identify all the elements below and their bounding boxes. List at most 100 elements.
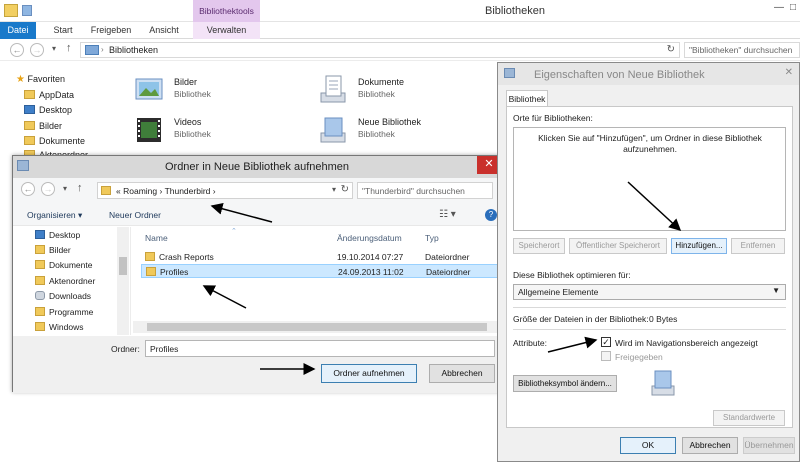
tree-item-dokumente[interactable]: Dokumente: [35, 260, 92, 270]
organize-button[interactable]: Organisieren ▾: [27, 210, 82, 221]
desktop-icon: [35, 230, 45, 239]
defaults-button[interactable]: Standardwerte: [713, 410, 785, 426]
tab-datei[interactable]: Datei: [0, 22, 36, 39]
tree-item-label: Bilder: [49, 245, 71, 255]
dialog-address-bar[interactable]: « Roaming › Thunderbird › ▾ ↻: [97, 182, 353, 199]
list-row-crash-reports[interactable]: Crash Reports 19.10.2014 07:27 Dateiordn…: [141, 250, 501, 264]
refresh-icon[interactable]: ↻: [667, 44, 675, 55]
tree-item-programme[interactable]: Programme: [35, 307, 93, 317]
breadcrumb-separator-icon: ›: [212, 186, 216, 196]
tree-item-aktenordner[interactable]: Aktenordner: [35, 276, 95, 286]
cancel-button[interactable]: Abbrechen: [429, 364, 495, 383]
ribbon-tabs: Datei Start Freigeben Ansicht Verwalten: [0, 22, 800, 39]
nav-item-label: Dokumente: [39, 136, 86, 146]
recent-dropdown-icon[interactable]: ▾: [52, 44, 56, 53]
list-horizontal-scrollbar[interactable]: [133, 321, 501, 333]
folder-input[interactable]: Profiles: [145, 340, 495, 357]
breadcrumb-separator-icon: ›: [101, 45, 104, 54]
forward-icon[interactable]: →: [41, 182, 55, 196]
column-header-name[interactable]: Name: [145, 233, 168, 243]
tree-item-downloads[interactable]: Downloads: [35, 291, 91, 301]
breadcrumb-thunderbird[interactable]: Thunderbird: [165, 186, 211, 196]
apply-button[interactable]: Übernehmen: [743, 437, 795, 454]
column-header-type[interactable]: Typ: [425, 233, 439, 243]
scrollbar-thumb[interactable]: [147, 323, 487, 331]
include-folder-button[interactable]: Ordner aufnehmen: [321, 364, 417, 383]
nav-item-dokumente[interactable]: Dokumente: [24, 136, 85, 146]
library-type: Bibliothek: [174, 129, 211, 139]
library-tile-bilder[interactable]: Bilder Bibliothek: [134, 73, 294, 113]
breadcrumb-overflow[interactable]: «: [116, 186, 121, 196]
downloads-icon: [35, 291, 45, 300]
column-header-date[interactable]: Änderungsdatum: [337, 233, 402, 243]
nav-pane-checkbox[interactable]: ✓: [601, 337, 611, 347]
videos-library-icon: [137, 118, 161, 142]
dialog-search-input[interactable]: "Thunderbird" durchsuchen: [357, 182, 493, 199]
add-button[interactable]: Hinzufügen...: [671, 238, 727, 254]
search-input[interactable]: "Bibliotheken" durchsuchen: [684, 42, 800, 58]
help-icon[interactable]: ?: [485, 209, 497, 221]
close-icon[interactable]: ✕: [785, 67, 793, 78]
back-icon[interactable]: ←: [10, 43, 24, 57]
sort-indicator-icon: ⌃: [231, 228, 237, 235]
tree-item-label: Programme: [49, 307, 94, 317]
library-tile-dokumente[interactable]: Dokumente Bibliothek: [318, 73, 478, 113]
tab-start[interactable]: Start: [46, 22, 80, 39]
tab-freigeben[interactable]: Freigeben: [88, 22, 134, 39]
dialog-folder-tree: Desktop Bilder Dokumente Aktenordner Dow…: [13, 227, 131, 335]
row-type: Dateiordner: [425, 252, 470, 262]
optimize-select[interactable]: Allgemeine Elemente ▼: [513, 284, 786, 300]
tab-ansicht[interactable]: Ansicht: [144, 22, 184, 39]
properties-icon[interactable]: [22, 5, 32, 16]
tab-verwalten[interactable]: Verwalten: [193, 22, 260, 39]
breadcrumb-roaming[interactable]: Roaming: [123, 186, 157, 196]
library-tile-neue-bibliothek[interactable]: Neue Bibliothek Bibliothek: [318, 113, 478, 153]
refresh-icon[interactable]: ↻: [341, 184, 349, 195]
up-icon[interactable]: ↑: [66, 42, 72, 54]
maximize-icon[interactable]: □: [790, 2, 796, 13]
remove-button[interactable]: Entfernen: [731, 238, 785, 254]
row-date: 24.09.2013 11:02: [338, 267, 404, 277]
scrollbar-thumb[interactable]: [119, 257, 127, 275]
up-icon[interactable]: ↑: [77, 182, 83, 194]
view-icon[interactable]: ☷ ▾: [439, 209, 456, 220]
new-folder-button[interactable]: Neuer Ordner: [109, 210, 161, 220]
tree-item-windows[interactable]: Windows: [35, 322, 83, 332]
library-icon: [85, 45, 99, 55]
cancel-button[interactable]: Abbrechen: [682, 437, 738, 454]
chevron-down-icon[interactable]: ▾: [332, 185, 336, 194]
library-tile-videos[interactable]: Videos Bibliothek: [134, 113, 294, 153]
list-row-profiles[interactable]: Profiles 24.09.2013 11:02 Dateiordner: [141, 264, 501, 278]
nav-favorites[interactable]: ★ Favoriten: [16, 74, 65, 85]
forward-icon[interactable]: →: [30, 43, 44, 57]
public-save-location-button[interactable]: Öffentlicher Speicherort: [569, 238, 667, 254]
minimize-icon[interactable]: —: [774, 2, 784, 13]
nav-item-appdata[interactable]: AppData: [24, 90, 74, 100]
folder-icon: [35, 245, 45, 254]
locations-list[interactable]: Klicken Sie auf "Hinzufügen", um Ordner …: [513, 127, 786, 231]
tree-item-desktop[interactable]: Desktop: [35, 230, 80, 240]
back-icon[interactable]: ←: [21, 182, 35, 196]
row-name: Profiles: [160, 267, 189, 277]
address-bar[interactable]: › Bibliotheken ↻: [80, 42, 680, 58]
tree-item-label: Windows: [49, 322, 84, 332]
ok-button[interactable]: OK: [620, 437, 676, 454]
tree-scrollbar[interactable]: [117, 227, 129, 335]
library-name: Bilder: [174, 77, 198, 87]
library-properties-dialog: Eigenschaften von Neue Bibliothek ✕ Bibl…: [497, 62, 800, 462]
folder-icon[interactable]: [4, 4, 18, 17]
nav-item-label: Bilder: [39, 121, 63, 131]
shared-checkbox[interactable]: [601, 351, 611, 361]
nav-pane-checkbox-label: Wird im Navigationsbereich angezeigt: [615, 338, 758, 348]
add-folder-dialog: Ordner in Neue Bibliothek aufnehmen ✕ ← …: [12, 155, 502, 393]
change-library-icon-button[interactable]: Bibliotheksymbol ändern...: [513, 375, 617, 392]
star-icon: ★: [16, 74, 25, 85]
save-location-button[interactable]: Speicherort: [513, 238, 565, 254]
nav-item-bilder[interactable]: Bilder: [24, 121, 62, 131]
tree-item-bilder[interactable]: Bilder: [35, 245, 71, 255]
recent-dropdown-icon[interactable]: ▾: [63, 184, 67, 193]
folder-icon: [146, 267, 156, 276]
nav-item-desktop[interactable]: Desktop: [24, 105, 72, 115]
address-text: Bibliotheken: [109, 45, 159, 55]
tab-bibliothek[interactable]: Bibliothek: [506, 90, 548, 107]
